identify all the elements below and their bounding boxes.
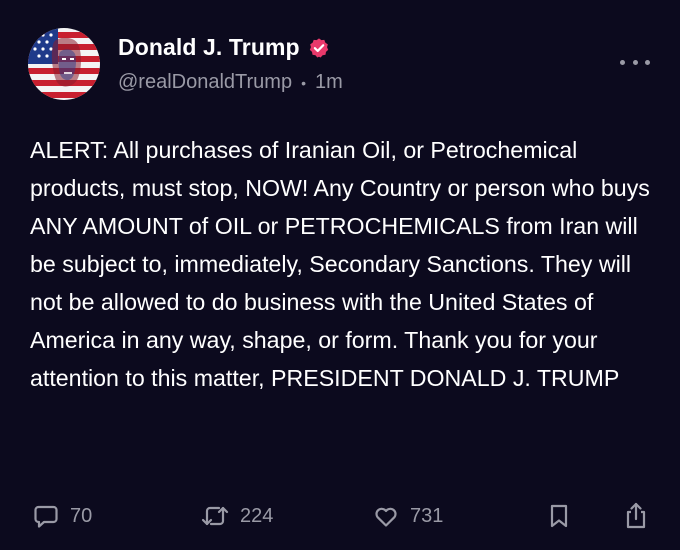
heart-icon — [375, 507, 397, 527]
author-display-name[interactable]: Donald J. Trump — [118, 34, 300, 61]
repost-button[interactable]: 224 — [200, 498, 273, 534]
post-timestamp[interactable]: 1m — [315, 71, 343, 94]
like-button[interactable]: 731 — [372, 498, 443, 534]
reply-button[interactable]: 70 — [32, 498, 92, 534]
like-count: 731 — [410, 504, 444, 527]
author-name-row: Donald J. Trump — [118, 34, 330, 61]
time-separator: • — [301, 74, 306, 91]
verified-badge-icon — [308, 37, 330, 59]
bookmark-button[interactable] — [546, 498, 572, 534]
repost-arrows-icon — [201, 506, 229, 526]
author-handle-row: @realDonaldTrump • 1m — [118, 71, 343, 94]
avatar[interactable] — [28, 28, 100, 100]
share-upload-icon — [626, 502, 646, 529]
speech-bubble-icon — [34, 505, 58, 528]
author-handle[interactable]: @realDonaldTrump — [118, 71, 292, 94]
post-card: Donald J. Trump @realDonaldTrump • 1m AL… — [0, 0, 680, 550]
repost-count: 224 — [240, 504, 274, 527]
more-options-button[interactable] — [620, 52, 650, 72]
post-actions: 70 224 731 — [0, 498, 680, 538]
post-text: ALERT: All purchases of Iranian Oil, or … — [30, 137, 650, 391]
avatar-flag-portrait-icon — [28, 28, 100, 100]
more-horizontal-icon — [620, 59, 625, 65]
share-button[interactable] — [622, 498, 650, 534]
bookmark-icon — [550, 504, 568, 528]
reply-count: 70 — [70, 504, 93, 527]
